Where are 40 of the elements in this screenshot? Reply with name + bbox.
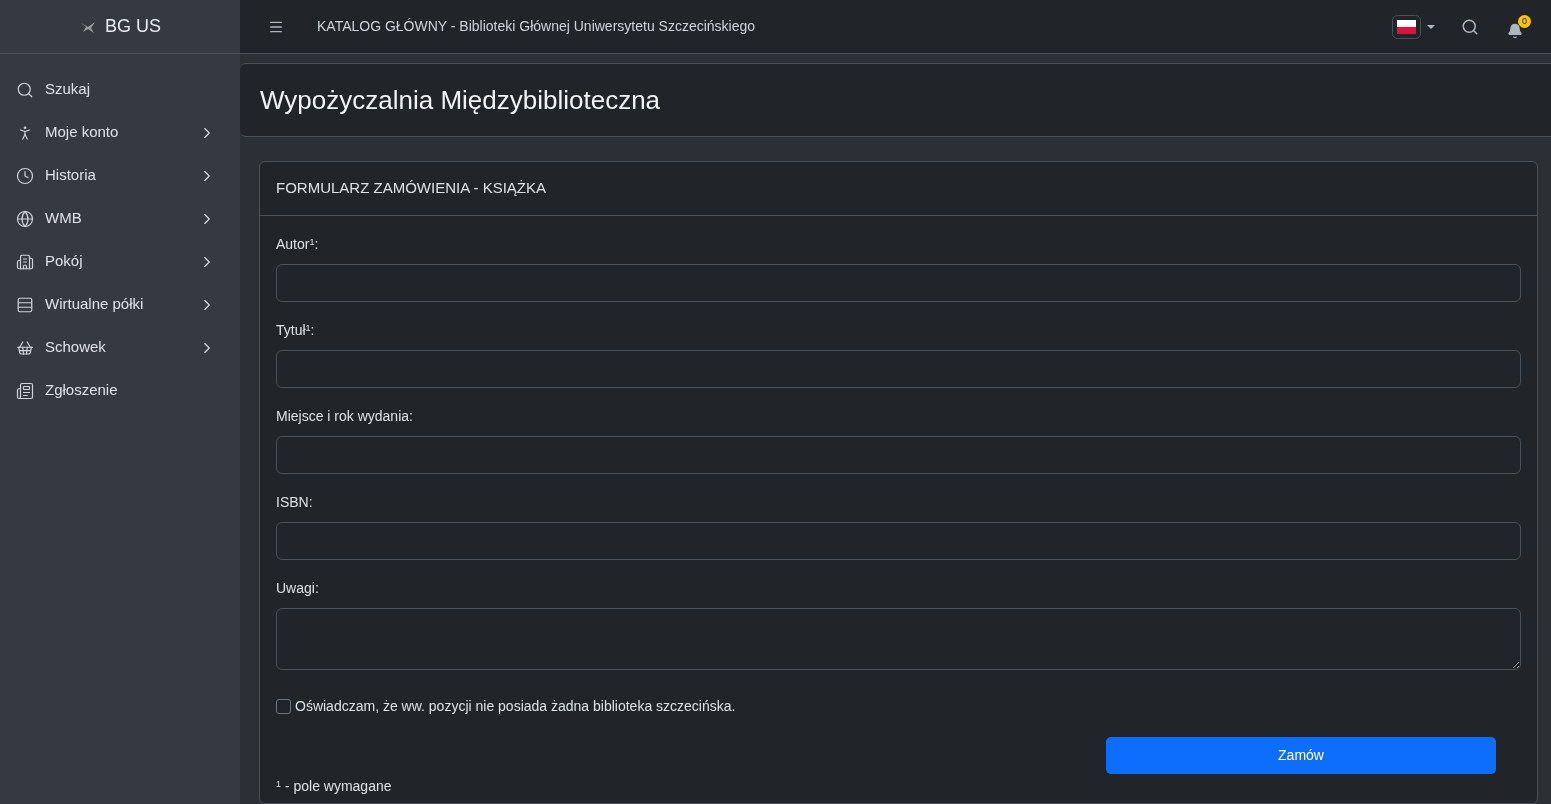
building-icon <box>16 252 34 271</box>
field-label: Tytuł$^{1}$: <box>276 321 315 340</box>
brand-name: BG US <box>105 15 161 38</box>
search-icon <box>16 80 34 99</box>
sidebar-item[interactable]: Wirtualne półki <box>0 283 240 326</box>
required-footnote: $^{1}$ - pole wymagane <box>276 777 392 796</box>
notification-badge: 0 <box>1518 14 1531 28</box>
form-title: FORMULARZ ZAMÓWIENIA - KSIĄŻKA <box>276 178 547 199</box>
field-label: ISBN: <box>276 493 313 512</box>
sidebar-item[interactable]: Historia <box>0 154 240 197</box>
declaration-label: Oświadczam, że ww. pozycji nie posiada żadna biblioteka szczecińska. <box>295 697 736 716</box>
caret-icon <box>1427 24 1435 29</box>
language-dropdown[interactable] <box>1392 14 1435 39</box>
field-label: Uwagi: <box>276 579 319 598</box>
sidebar-item[interactable]: Schowek <box>0 326 240 369</box>
sidebar-item[interactable]: Szukaj <box>0 68 240 111</box>
newspaper-icon <box>16 381 34 400</box>
order-button[interactable]: Zamów <box>1106 737 1496 774</box>
sidebar-item[interactable]: Moje konto <box>0 111 240 154</box>
flag-icon <box>1392 14 1421 39</box>
notifications-button[interactable]: 0 <box>1507 14 1531 39</box>
basket-icon <box>16 338 34 357</box>
sidebar-item[interactable]: Zgłoszenie <box>0 369 240 412</box>
sidebar-item[interactable]: WMB <box>0 197 240 240</box>
bell-icon <box>1507 22 1523 39</box>
input-field[interactable] <box>276 436 1521 474</box>
globe-icon <box>16 209 34 228</box>
catalog-title: KATALOG GŁÓWNY - Biblioteki Głównej Uniwersytetu Szczecińskiego <box>317 17 757 36</box>
input-field[interactable] <box>276 264 1521 302</box>
search-button[interactable] <box>1461 17 1479 36</box>
clock-icon <box>16 166 34 185</box>
input-field[interactable] <box>276 522 1521 560</box>
field-label: Miejsce i rok wydania: <box>276 407 413 426</box>
input-field[interactable] <box>276 350 1521 388</box>
notes-field[interactable] <box>276 608 1521 670</box>
shelves-icon <box>16 295 34 314</box>
sidebar-item[interactable]: Pokój <box>0 240 240 283</box>
field-label: Autor$^{1}$: <box>276 235 319 254</box>
declaration-checkbox[interactable] <box>276 699 291 714</box>
page-title: Wypożyczalnia Międzybiblioteczna <box>260 83 661 117</box>
